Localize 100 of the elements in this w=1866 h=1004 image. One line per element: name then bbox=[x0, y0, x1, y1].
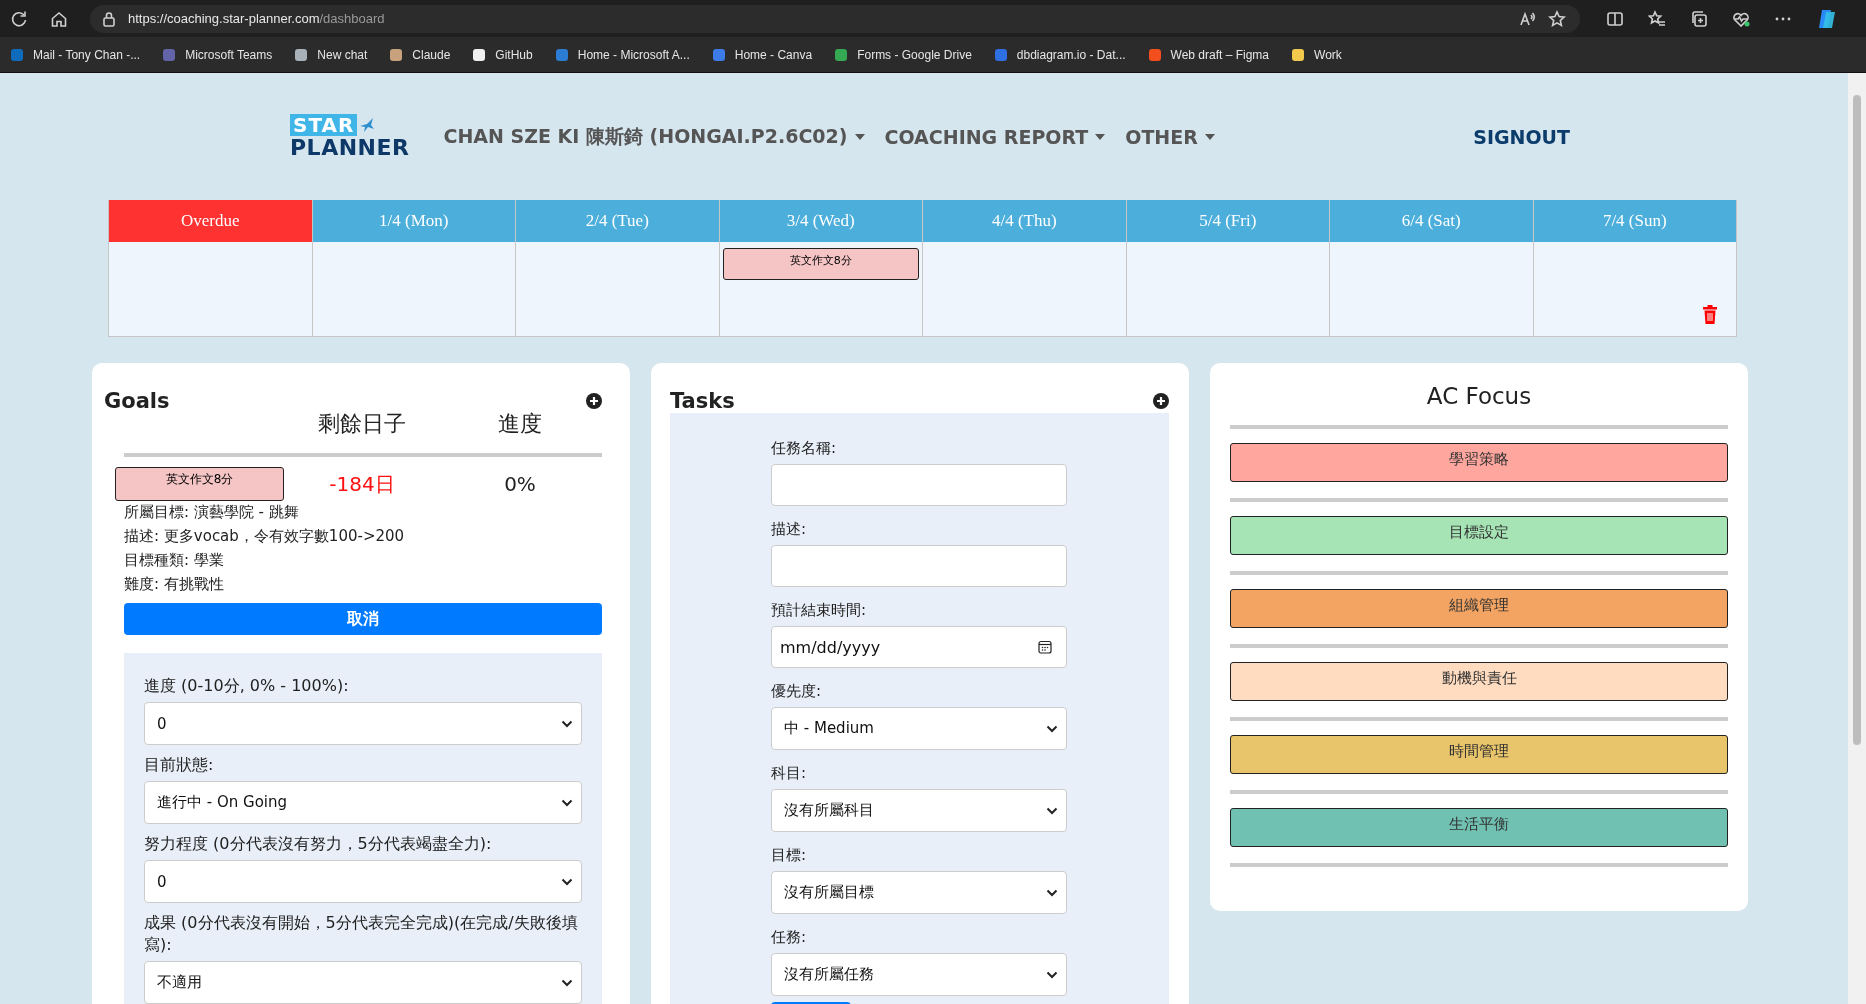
bookmark[interactable]: dbdiagram.io - Dat... bbox=[993, 47, 1126, 62]
site-icon bbox=[554, 47, 569, 62]
scrollbar-thumb[interactable] bbox=[1853, 95, 1861, 745]
reload-icon[interactable] bbox=[10, 9, 28, 28]
input-field[interactable] bbox=[771, 545, 1067, 587]
bookmark[interactable]: GitHub bbox=[472, 47, 533, 62]
field-label: 成果 (0分代表沒有開始，5分代表完全完成)(在完成/失敗後填寫): bbox=[144, 912, 579, 956]
field-label: 任務名稱: bbox=[771, 438, 838, 459]
field-label: 目前狀態: bbox=[144, 754, 215, 776]
logo-text: PLANNER bbox=[290, 135, 410, 160]
chevron-icon bbox=[1046, 970, 1058, 979]
bookmark[interactable]: Claude bbox=[389, 47, 451, 62]
focus-area-button[interactable]: 動機與責任 bbox=[1230, 662, 1728, 701]
nav-link[interactable]: COACHING REPORT bbox=[884, 125, 1106, 148]
chevron-icon bbox=[561, 877, 573, 886]
dropdown-field[interactable]: 沒有所屬目標 bbox=[771, 871, 1067, 914]
calendar-header: 6/4 (Sat) bbox=[1330, 200, 1534, 242]
chevron-icon bbox=[1046, 806, 1058, 815]
remaining-days: -184日 bbox=[284, 470, 440, 498]
field-label: 預計結束時間: bbox=[771, 600, 868, 621]
add-icon[interactable] bbox=[1153, 393, 1169, 409]
panel-title: AC Focus bbox=[1425, 383, 1533, 409]
nav-link[interactable]: CHAN SZE KI 陳斯錡 (HONGAI.P2.6C02) bbox=[443, 123, 865, 150]
dropdown-field[interactable]: 中 - Medium bbox=[771, 707, 1067, 750]
dropdown-field[interactable]: 沒有所屬科目 bbox=[771, 789, 1067, 832]
site-icon bbox=[1291, 47, 1306, 62]
trash-icon[interactable] bbox=[1702, 305, 1718, 324]
calendar-header: 5/4 (Fri) bbox=[1126, 200, 1330, 242]
focus-area-button[interactable]: 目標設定 bbox=[1230, 516, 1728, 555]
bookmark[interactable]: Home - Canva bbox=[711, 47, 813, 62]
input-field[interactable] bbox=[771, 464, 1067, 506]
goal-detail: 目標種類: 學業 bbox=[124, 550, 225, 571]
dropdown-field[interactable]: 進行中 - On Going bbox=[144, 781, 582, 824]
bookmark[interactable]: Work bbox=[1291, 47, 1342, 62]
column-header: 進度 bbox=[497, 410, 543, 438]
focus-area-button[interactable]: 時間管理 bbox=[1230, 735, 1728, 774]
scrollbar[interactable] bbox=[1848, 73, 1866, 1004]
focus-area-button[interactable]: 學習策略 bbox=[1230, 443, 1728, 482]
favorites-icon[interactable] bbox=[1648, 9, 1666, 28]
collections-icon[interactable] bbox=[1690, 9, 1708, 28]
column-header: 剩餘日子 bbox=[317, 410, 407, 438]
chevron-icon bbox=[561, 978, 573, 987]
calendar-header: 7/4 (Sun) bbox=[1533, 200, 1737, 242]
bookmark[interactable]: Web draft – Figma bbox=[1147, 47, 1270, 62]
calendar-header: 2/4 (Tue) bbox=[516, 200, 720, 242]
calendar-header: 1/4 (Mon) bbox=[312, 200, 516, 242]
bookmark[interactable]: Mail - Tony Chan -... bbox=[10, 47, 141, 62]
site-icon bbox=[711, 47, 726, 62]
field-label: 目標: bbox=[771, 845, 808, 866]
field-label: 描述: bbox=[771, 519, 808, 540]
goal-detail: 難度: 有挑戰性 bbox=[124, 574, 225, 595]
site-icon bbox=[993, 47, 1008, 62]
copilot-icon[interactable] bbox=[1816, 7, 1838, 30]
bookmark[interactable]: Home - Microsoft A... bbox=[554, 47, 690, 62]
lock-icon bbox=[102, 10, 116, 27]
nav-link[interactable]: OTHER bbox=[1125, 125, 1215, 148]
bird-icon bbox=[359, 116, 376, 133]
split-screen-icon[interactable] bbox=[1606, 9, 1624, 28]
calendar-header: 3/4 (Wed) bbox=[719, 200, 923, 242]
favorite-star-icon[interactable] bbox=[1548, 9, 1566, 28]
bookmark[interactable]: New chat bbox=[294, 47, 368, 62]
bookmark[interactable]: Forms - Google Drive bbox=[834, 47, 972, 62]
chevron-icon bbox=[1046, 724, 1058, 733]
dropdown-field[interactable]: 0 bbox=[144, 702, 582, 745]
bookmark[interactable]: Microsoft Teams bbox=[162, 47, 273, 62]
logo-text: STAR bbox=[290, 113, 358, 136]
site-icon bbox=[834, 47, 849, 62]
calendar-icon bbox=[1038, 640, 1052, 654]
progress-value: 0% bbox=[503, 472, 537, 496]
site-icon bbox=[162, 47, 177, 62]
goal-chip[interactable]: 英文作文8分 bbox=[115, 467, 284, 501]
focus-area-button[interactable]: 組織管理 bbox=[1230, 589, 1728, 628]
goal-detail: 所屬目標: 演藝學院 - 跳舞 bbox=[124, 502, 300, 523]
calendar-header: 4/4 (Thu) bbox=[923, 200, 1127, 242]
url-text: https://coaching.star-planner.com/dashboard bbox=[128, 11, 385, 26]
site-icon bbox=[389, 47, 404, 62]
dropdown-field[interactable]: 不適用 bbox=[144, 961, 582, 1004]
site-icon bbox=[472, 47, 487, 62]
cancel-button[interactable]: 取消 bbox=[124, 603, 602, 635]
field-label: 科目: bbox=[771, 763, 808, 784]
date-field[interactable]: mm/dd/yyyy bbox=[771, 626, 1067, 668]
field-label: 進度 (0-10分, 0% - 100%): bbox=[144, 675, 350, 697]
panel-title: Tasks bbox=[670, 389, 735, 413]
add-icon[interactable] bbox=[586, 393, 602, 409]
field-label: 優先度: bbox=[771, 681, 823, 702]
site-icon bbox=[294, 47, 309, 62]
event-chip[interactable]: 英文作文8分 bbox=[722, 248, 919, 280]
dropdown-field[interactable]: 沒有所屬任務 bbox=[771, 953, 1067, 996]
chevron-icon bbox=[561, 719, 573, 728]
focus-area-button[interactable]: 生活平衡 bbox=[1230, 808, 1728, 847]
home-icon[interactable] bbox=[50, 9, 68, 28]
site-icon bbox=[10, 47, 24, 62]
field-label: 任務: bbox=[771, 927, 808, 948]
site-icon bbox=[1147, 47, 1162, 62]
panel-title: Goals bbox=[104, 389, 170, 413]
dropdown-field[interactable]: 0 bbox=[144, 860, 582, 903]
goal-detail: 描述: 更多vocab，令有效字數100->200 bbox=[124, 526, 406, 547]
chevron-icon bbox=[1046, 888, 1058, 897]
signout-link[interactable]: SIGNOUT bbox=[1473, 125, 1570, 148]
address-bar[interactable]: https://coaching.star-planner.com/dashboard bbox=[90, 4, 1580, 33]
